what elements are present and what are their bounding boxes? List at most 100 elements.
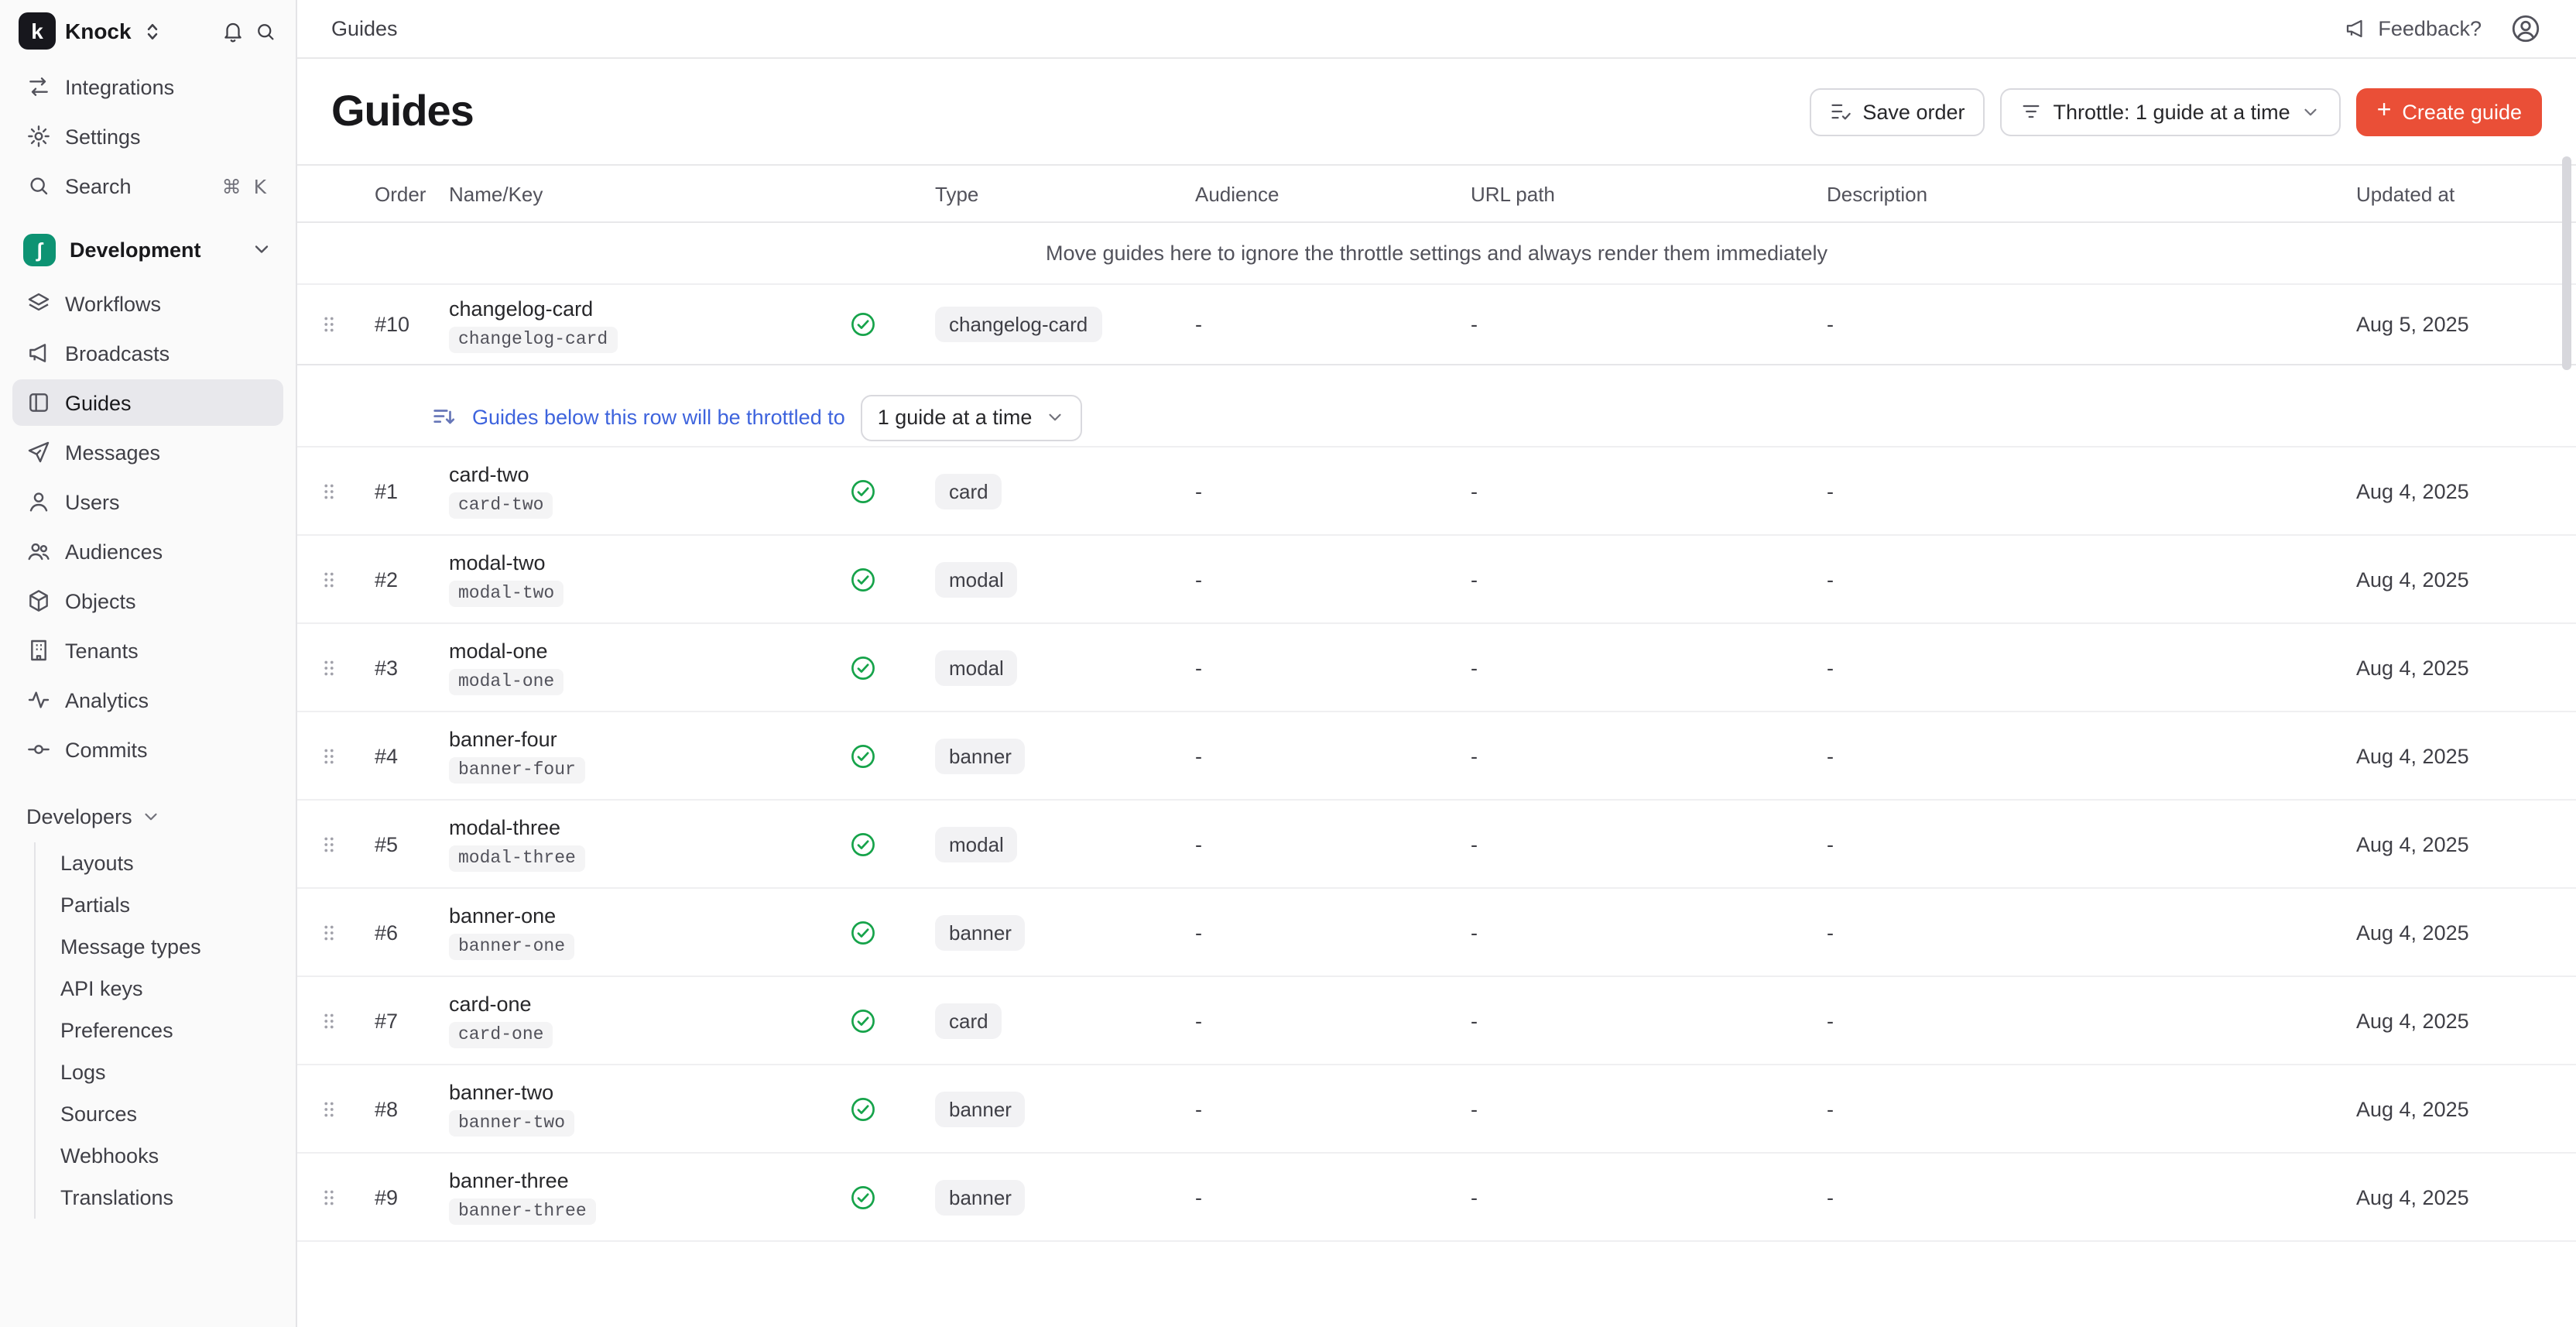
integrations-icon [26, 74, 51, 99]
type-badge: modal [935, 561, 1018, 597]
sidebar-item-message-types[interactable]: Message types [36, 926, 283, 968]
guide-order: #5 [359, 832, 449, 856]
drag-handle[interactable] [297, 1007, 359, 1034]
table-row[interactable]: #6 banner-onebanner-one banner - - - Aug… [297, 889, 2576, 977]
sidebar-item-messages[interactable]: Messages [12, 429, 283, 475]
guide-audience: - [1195, 1097, 1471, 1120]
environment-switcher[interactable]: ʃ Development [12, 223, 283, 276]
guide-updated-at: Aug 4, 2025 [2344, 1185, 2576, 1209]
throttle-divider-link[interactable]: Guides below this row will be throttled … [472, 406, 845, 429]
sidebar-item-api-keys[interactable]: API keys [36, 968, 283, 1010]
type-badge: card [935, 473, 1002, 509]
search-icon[interactable] [254, 19, 277, 43]
sidebar-item-sources[interactable]: Sources [36, 1093, 283, 1135]
feedback-button[interactable]: Feedback? [2344, 17, 2482, 40]
sidebar-item-broadcasts[interactable]: Broadcasts [12, 330, 283, 376]
table-row[interactable]: #10 changelog-card changelog-card change… [297, 285, 2576, 365]
guide-key: banner-three [449, 1198, 596, 1225]
bell-icon[interactable] [221, 19, 245, 43]
sidebar-item-audiences[interactable]: Audiences [12, 528, 283, 574]
table-row[interactable]: #2 modal-twomodal-two modal - - - Aug 4,… [297, 536, 2576, 624]
workflows-icon [26, 291, 51, 316]
throttle-amount-select[interactable]: 1 guide at a time [861, 394, 1082, 441]
guide-audience: - [1195, 832, 1471, 856]
drag-handle[interactable] [297, 831, 359, 857]
sidebar-item-label: Settings [65, 125, 141, 148]
save-order-button[interactable]: Save order [1810, 87, 1985, 135]
table-row[interactable]: #1 card-twocard-two card - - - Aug 4, 20… [297, 447, 2576, 536]
guide-url-path: - [1471, 1009, 1827, 1032]
sidebar-item-guides[interactable]: Guides [12, 379, 283, 426]
guide-url-path: - [1471, 656, 1827, 679]
table-row[interactable]: #4 banner-fourbanner-four banner - - - A… [297, 712, 2576, 801]
workspace-header: k Knock [0, 0, 296, 62]
sidebar-item-analytics[interactable]: Analytics [12, 677, 283, 723]
audiences-icon [26, 539, 51, 564]
drag-handle-icon [317, 478, 340, 504]
sidebar-item-translations[interactable]: Translations [36, 1177, 283, 1219]
sidebar-item-logs[interactable]: Logs [36, 1051, 283, 1093]
sidebar-item-webhooks[interactable]: Webhooks [36, 1135, 283, 1177]
sidebar-item-label: Analytics [65, 688, 149, 712]
drag-handle[interactable] [297, 311, 359, 338]
sidebar-item-commits[interactable]: Commits [12, 726, 283, 773]
avatar[interactable] [2509, 12, 2542, 45]
throttle-filter-icon [2021, 101, 2043, 122]
table-row[interactable]: #3 modal-onemodal-one modal - - - Aug 4,… [297, 624, 2576, 712]
guide-url-path: - [1471, 567, 1827, 591]
drag-handle-icon [317, 311, 340, 338]
type-badge: modal [935, 650, 1018, 685]
sidebar-item-label: Tenants [65, 639, 139, 662]
check-circle-icon [848, 829, 878, 859]
sidebar-item-tenants[interactable]: Tenants [12, 627, 283, 674]
analytics-icon [26, 688, 51, 712]
drag-handle[interactable] [297, 919, 359, 945]
scrollbar-thumb[interactable] [2562, 156, 2571, 370]
guide-description: - [1827, 656, 2344, 679]
drag-handle[interactable] [297, 654, 359, 681]
guide-updated-at: Aug 4, 2025 [2344, 832, 2576, 856]
drag-handle[interactable] [297, 1184, 359, 1210]
chevron-down-icon [2301, 101, 2321, 122]
create-guide-button[interactable]: + Create guide [2357, 87, 2542, 135]
table-row[interactable]: #8 banner-twobanner-two banner - - - Aug… [297, 1065, 2576, 1154]
broadcasts-icon [26, 341, 51, 365]
drag-handle[interactable] [297, 1096, 359, 1122]
column-header-name-key: Name/Key [449, 182, 848, 205]
guide-name: banner-one [449, 904, 556, 928]
chevron-down-icon [251, 238, 272, 260]
sidebar-item-users[interactable]: Users [12, 478, 283, 525]
guide-updated-at: Aug 4, 2025 [2344, 1009, 2576, 1032]
topbar: Guides Feedback? [297, 0, 2576, 59]
workspace-switcher-icon[interactable] [141, 19, 164, 43]
sidebar-item-settings[interactable]: Settings [12, 113, 283, 159]
drag-handle[interactable] [297, 566, 359, 592]
check-circle-icon [848, 564, 878, 594]
table-row[interactable]: #9 banner-threebanner-three banner - - -… [297, 1154, 2576, 1242]
table-row[interactable]: #7 card-onecard-one card - - - Aug 4, 20… [297, 977, 2576, 1065]
sidebar-item-workflows[interactable]: Workflows [12, 280, 283, 327]
guide-key: modal-two [449, 581, 564, 607]
guide-description: - [1827, 1009, 2344, 1032]
drag-handle-icon [317, 831, 340, 857]
main-content: Guides Feedback? Guides Save order [297, 0, 2576, 1327]
app-window: k Knock Integrations Settings Search ⌘ K [0, 0, 2576, 1327]
developers-section-toggle[interactable]: Developers [12, 796, 283, 836]
sidebar-item-label: Search [65, 174, 132, 197]
sidebar-item-objects[interactable]: Objects [12, 578, 283, 624]
drag-handle[interactable] [297, 478, 359, 504]
guide-audience: - [1195, 1185, 1471, 1209]
sidebar-item-layouts[interactable]: Layouts [36, 842, 283, 884]
throttle-dropdown-button[interactable]: Throttle: 1 guide at a time [2001, 87, 2341, 135]
sidebar-item-preferences[interactable]: Preferences [36, 1010, 283, 1051]
table-row[interactable]: #5 modal-threemodal-three modal - - - Au… [297, 801, 2576, 889]
sidebar-item-partials[interactable]: Partials [36, 884, 283, 926]
sidebar-item-integrations[interactable]: Integrations [12, 63, 283, 110]
sidebar-item-search[interactable]: Search ⌘ K [12, 163, 283, 209]
check-circle-icon [848, 1094, 878, 1123]
guide-audience: - [1195, 656, 1471, 679]
drag-handle[interactable] [297, 742, 359, 769]
type-badge: banner [935, 1179, 1026, 1215]
guide-description: - [1827, 313, 2344, 336]
guide-description: - [1827, 1097, 2344, 1120]
